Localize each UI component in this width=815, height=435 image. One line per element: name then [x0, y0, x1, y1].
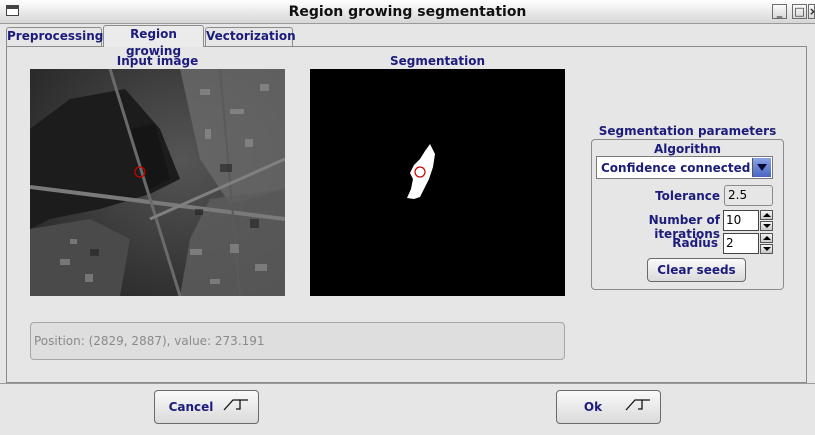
ok-button[interactable]: Ok [556, 390, 661, 424]
maximize-button[interactable]: □ [792, 4, 807, 19]
title-bar[interactable]: Region growing segmentation _ □ × [0, 0, 815, 24]
toggle-glyph-icon [223, 399, 248, 411]
radius-input[interactable]: 2 [723, 233, 759, 254]
radius-spinbox[interactable]: 2 [723, 233, 773, 254]
decrement-arrow-icon[interactable] [760, 244, 773, 254]
tab-vectorization[interactable]: Vectorization [205, 27, 296, 46]
ok-button-label: Ok [583, 400, 603, 414]
minimize-button[interactable]: _ [772, 4, 787, 19]
tolerance-field[interactable]: 2.5 [724, 185, 773, 206]
position-status-field: Position: (2829, 2887), value: 273.191 [30, 322, 565, 360]
cancel-button[interactable]: Cancel [154, 390, 259, 424]
toggle-glyph-icon [625, 399, 650, 411]
tab-region-growing[interactable]: Region growing [103, 25, 204, 58]
clear-seeds-button[interactable]: Clear seeds [647, 258, 746, 282]
segmentation-view[interactable] [310, 69, 565, 296]
segmentation-caption: Segmentation [389, 54, 486, 68]
iterations-spinbox[interactable]: 10 [723, 210, 773, 231]
aerial-photo [30, 69, 285, 296]
increment-arrow-icon[interactable] [760, 210, 773, 220]
increment-arrow-icon[interactable] [760, 233, 773, 243]
tab-preprocessing[interactable]: Preprocessing [6, 27, 103, 46]
algorithm-label: Algorithm [653, 142, 722, 156]
iterations-input[interactable]: 10 [723, 210, 759, 231]
radius-label: Radius [672, 236, 718, 250]
input-image-view[interactable] [30, 69, 285, 296]
footer-divider [0, 383, 815, 384]
close-button[interactable]: × [808, 4, 815, 19]
cancel-button-label: Cancel [168, 400, 214, 414]
algorithm-select[interactable]: Confidence connected [596, 156, 773, 179]
window-title: Region growing segmentation [288, 4, 527, 20]
tolerance-label: Tolerance [655, 189, 720, 203]
algorithm-selected-value: Confidence connected [601, 161, 751, 175]
segmentation-mask [310, 69, 565, 296]
decrement-arrow-icon[interactable] [760, 221, 773, 231]
params-group-title: Segmentation parameters [598, 124, 777, 138]
chevron-down-icon[interactable] [752, 158, 771, 177]
